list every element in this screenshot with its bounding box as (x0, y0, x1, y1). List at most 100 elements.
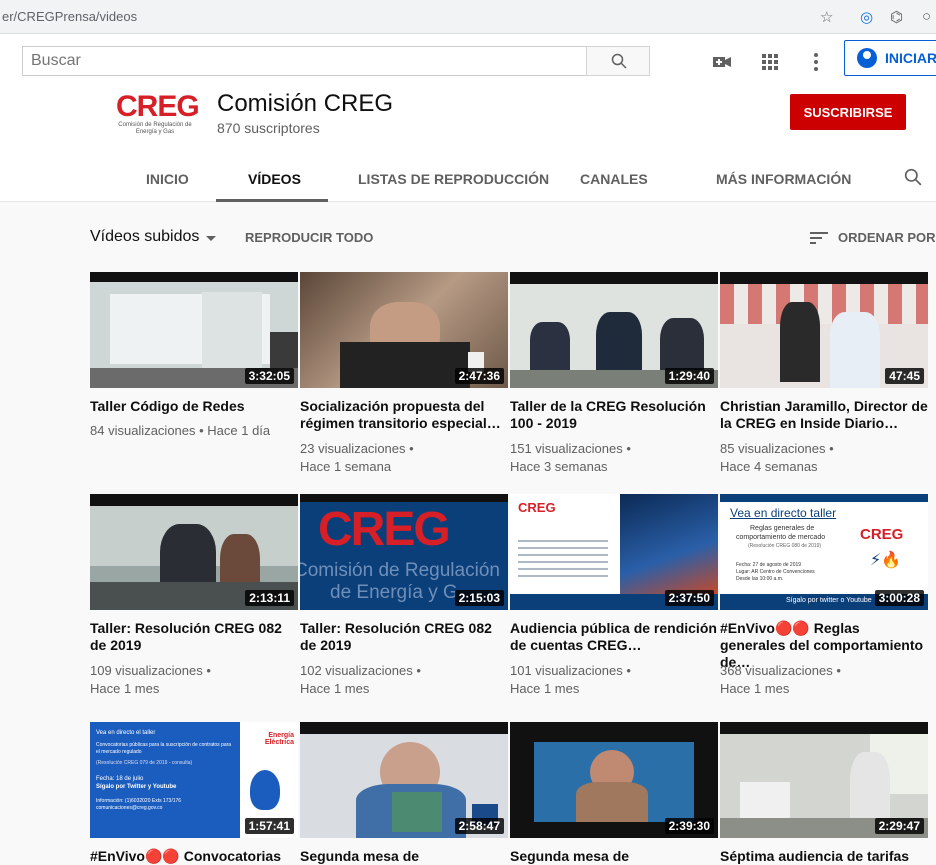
video-thumbnail[interactable]: 2:13:11 (90, 494, 298, 610)
video-thumbnail[interactable]: 2:58:47 (300, 722, 508, 838)
dropdown-caret-icon[interactable] (206, 236, 216, 241)
video-thumbnail[interactable]: CREG Comisión de Regulación de Energía y… (300, 494, 508, 610)
bookmark-star-icon[interactable]: ☆ (820, 8, 833, 26)
thumb-conv-line-6: comunicaciones@creg.gov.co (96, 805, 163, 811)
tab-about[interactable]: MÁS INFORMACIÓN (716, 171, 851, 187)
video-age: Hace 1 mes (510, 681, 580, 696)
video-age: Hace 1 semana (300, 459, 392, 474)
thumb-creg-line-1: Comisión de Regulación (300, 560, 500, 581)
subscriber-count: 870 suscriptores (217, 120, 320, 136)
video-duration: 2:47:36 (454, 368, 504, 384)
video-thumbnail[interactable]: Vea en directo taller Reglas generales d… (720, 494, 928, 610)
apps-grid-icon[interactable] (760, 52, 780, 72)
thumb-live-line-3: (Resolución CREG 080 de 2019) (748, 543, 822, 549)
video-title[interactable]: Christian Jaramillo, Director de la CREG… (720, 398, 928, 432)
video-title[interactable]: Taller: Resolución CREG 082 de 2019 (90, 620, 298, 654)
search-icon (611, 53, 627, 69)
video-duration: 1:29:40 (664, 368, 714, 384)
video-views: 102 visualizaciones • (300, 663, 421, 678)
video-thumbnail[interactable]: 3:32:05 (90, 272, 298, 388)
thumb-live-line-5: Lugar: AR Centro de Convenciones (736, 569, 815, 575)
video-duration: 2:37:50 (664, 590, 714, 606)
uploads-dropdown[interactable]: Vídeos subidos (90, 228, 199, 246)
video-views: 101 visualizaciones • (510, 663, 631, 678)
tab-playlists[interactable]: LISTAS DE REPRODUCCIÓN (358, 171, 549, 187)
masthead: INICIAR (0, 34, 936, 90)
video-duration: 2:29:47 (874, 818, 924, 834)
thumb-live-line-6: Desde las 10:00 a.m. (736, 576, 784, 582)
channel-avatar[interactable]: CREG Comisión de Regulación de Energía y… (100, 90, 210, 152)
video-age: Hace 1 mes (300, 681, 370, 696)
video-title[interactable]: Taller de la CREG Resolución 100 - 2019 (510, 398, 718, 432)
channel-search-icon[interactable] (904, 168, 922, 186)
section-toolbar: Vídeos subidos REPRODUCIR TODO ORDENAR P… (0, 202, 936, 270)
subscribe-button[interactable]: SUSCRIBIRSE (790, 94, 906, 130)
video-duration: 2:13:11 (245, 590, 294, 606)
video-age: Hace 1 mes (90, 681, 160, 696)
video-thumbnail[interactable]: 2:29:47 (720, 722, 928, 838)
search-input[interactable] (22, 46, 586, 76)
search-button[interactable] (586, 46, 650, 76)
video-title[interactable]: Socialización propuesta del régimen tran… (300, 398, 508, 432)
thumb-live-line-2: comportamiento de mercado (736, 534, 826, 541)
tab-videos[interactable]: VÍDEOS (248, 171, 301, 187)
thumb-conv-line-3: Fecha: 18 de julio (96, 776, 144, 782)
video-duration: 1:57:41 (244, 818, 294, 834)
video-duration: 3:00:28 (874, 590, 924, 606)
video-thumbnail[interactable]: 2:39:30 (510, 722, 718, 838)
video-title[interactable]: Taller Código de Redes (90, 398, 298, 415)
thumb-conv-line-2: (Resolución CREG 079 de 2019 - consulta) (96, 760, 193, 766)
thumb-live-line-4: Fecha: 27 de agosto de 2019 (736, 562, 802, 568)
video-title[interactable]: #EnVivo🔴🔴 Convocatorias (90, 848, 298, 865)
video-thumbnail[interactable]: Vea en directo el taller Convocatorias p… (90, 722, 298, 838)
video-duration: 2:15:03 (454, 590, 504, 606)
extension-icon[interactable]: ◎ (860, 8, 873, 26)
video-views: 84 visualizaciones • Hace 1 día (90, 423, 271, 438)
tab-home[interactable]: INICIO (146, 171, 189, 187)
video-title[interactable]: Audiencia pública de rendición de cuenta… (510, 620, 718, 654)
video-thumbnail[interactable]: 2:47:36 (300, 272, 508, 388)
thumb-live-line-1: Reglas generales de (750, 525, 815, 532)
video-title[interactable]: Segunda mesa de (300, 848, 508, 865)
sort-label: ORDENAR POR (838, 230, 936, 245)
thumb-live-footer: Sígalo por twitter o Youtube (786, 597, 872, 604)
channel-tabs: INICIO VÍDEOS LISTAS DE REPRODUCCIÓN CAN… (0, 154, 936, 202)
video-views: 23 visualizaciones • (300, 441, 414, 456)
thumb-conv-line-5: Información: (1)6032020 Exts 173/176 (96, 798, 182, 804)
thumb-live-title: Vea en directo taller (730, 506, 837, 520)
signin-button[interactable]: INICIAR (844, 40, 936, 76)
video-age: Hace 1 mes (720, 681, 790, 696)
video-age: Hace 3 semanas (510, 459, 608, 474)
cast-icon[interactable]: ⌬ (890, 8, 903, 26)
thumb-conv-title: Vea en directo el taller (96, 730, 156, 736)
video-age: Hace 4 semanas (720, 459, 818, 474)
create-video-icon[interactable] (712, 52, 732, 72)
address-url[interactable]: er/CREGPrensa/videos (2, 9, 137, 24)
video-thumbnail[interactable]: 1:29:40 (510, 272, 718, 388)
account-icon (857, 48, 877, 68)
tab-channels[interactable]: CANALES (580, 171, 648, 187)
play-all-button[interactable]: REPRODUCIR TODO (245, 230, 373, 245)
video-duration: 2:39:30 (664, 818, 714, 834)
thumb-conv-line-1: Convocatorias públicas para la suscripci… (96, 742, 232, 755)
video-thumbnail[interactable]: CREG 2:37:50 (510, 494, 718, 610)
video-title[interactable]: Segunda mesa de (510, 848, 718, 865)
video-title[interactable]: Séptima audiencia de tarifas (720, 848, 928, 865)
video-views: 151 visualizaciones • (510, 441, 631, 456)
video-duration: 2:58:47 (454, 818, 504, 834)
video-duration: 47:45 (885, 368, 924, 384)
video-duration: 3:32:05 (244, 368, 294, 384)
video-views: 368 visualizaciones • (720, 663, 841, 678)
more-options-icon[interactable] (806, 52, 826, 72)
thumb-conv-line-4: Sígalo por Twitter y Youtube (96, 784, 177, 790)
channel-name: Comisión CREG (217, 90, 394, 117)
thumb-conv-brand: Energía Eléctrica (264, 732, 294, 746)
browser-address-bar[interactable]: er/CREGPrensa/videos ☆ ◎ ⌬ ○ (0, 0, 936, 34)
signin-label: INICIAR (885, 50, 936, 66)
sort-icon (810, 232, 828, 244)
video-views: 109 visualizaciones • (90, 663, 211, 678)
video-thumbnail[interactable]: 47:45 (720, 272, 928, 388)
video-views: 85 visualizaciones • (720, 441, 834, 456)
profile-icon[interactable]: ○ (922, 8, 931, 25)
video-title[interactable]: Taller: Resolución CREG 082 de 2019 (300, 620, 508, 654)
